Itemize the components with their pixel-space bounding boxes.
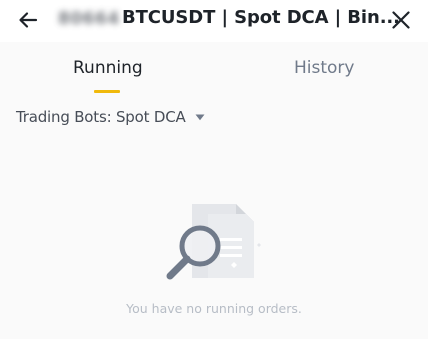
top-bar: 80664 BTCUSDT | Spot DCA | Bin...: [0, 0, 428, 42]
back-button[interactable]: [13, 5, 43, 35]
document-magnifier-icon: [160, 196, 268, 286]
tab-history[interactable]: History: [294, 58, 354, 78]
active-tab-indicator: [94, 90, 120, 93]
bot-type-filter[interactable]: Trading Bots: Spot DCA: [16, 108, 205, 126]
blurred-bot-id: 80664: [58, 9, 120, 29]
arrow-left-icon: [19, 12, 38, 28]
tab-bar: Running History: [0, 42, 428, 96]
empty-state-message: You have no running orders.: [126, 301, 302, 316]
close-button[interactable]: [386, 5, 416, 35]
filter-label: Trading Bots: Spot DCA: [16, 108, 186, 126]
close-icon: [392, 11, 410, 29]
tab-running[interactable]: Running: [73, 58, 143, 78]
page-title: BTCUSDT | Spot DCA | Bin...: [122, 7, 400, 28]
caret-down-icon: [195, 114, 205, 121]
